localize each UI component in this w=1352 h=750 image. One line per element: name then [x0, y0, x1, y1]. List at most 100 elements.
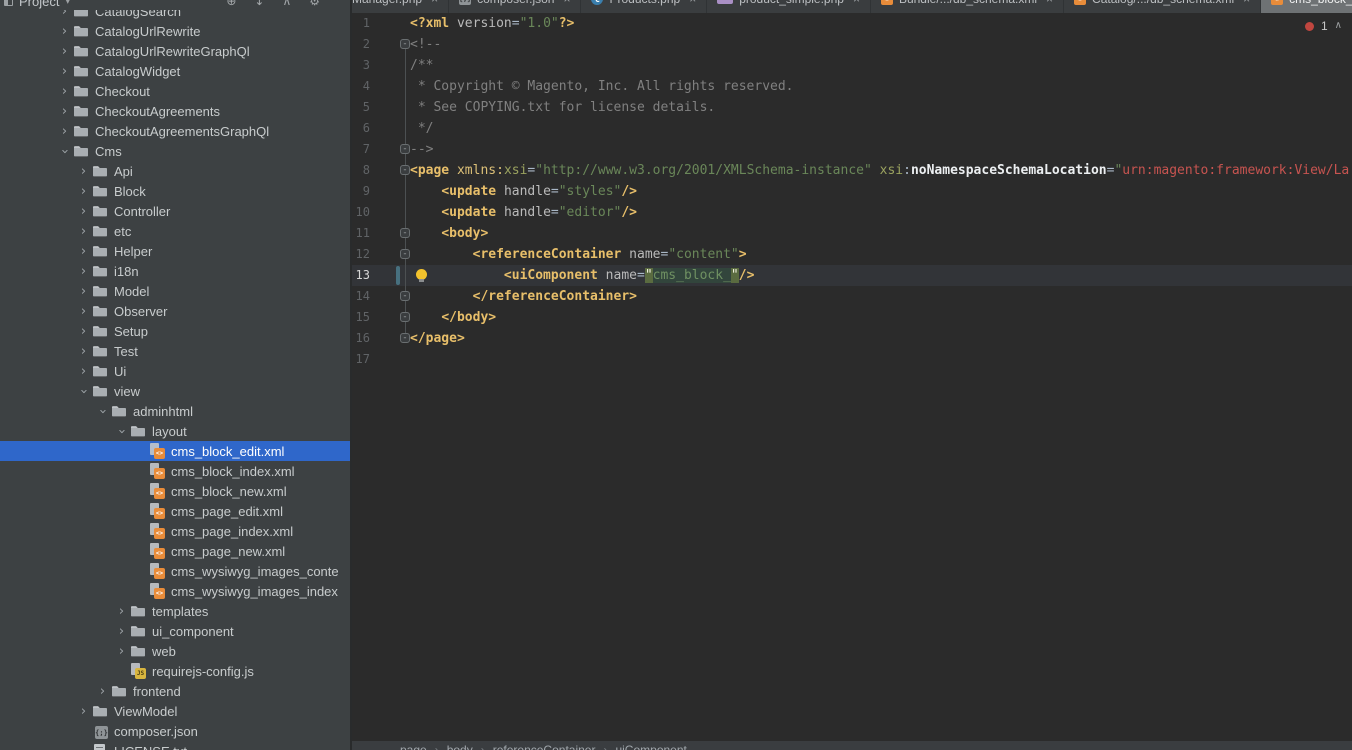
- chevron-expanded-icon[interactable]: ›: [58, 143, 71, 160]
- tree-item-ui_component[interactable]: ›ui_component: [0, 621, 350, 641]
- chevron-expanded-icon[interactable]: ›: [77, 383, 90, 400]
- tree-item-Block[interactable]: ›Block: [0, 181, 350, 201]
- code-line-10[interactable]: 10 <update handle="editor"/>: [352, 202, 1352, 223]
- tree-item-adminhtml[interactable]: ›adminhtml: [0, 401, 350, 421]
- code-line-16[interactable]: 16</page>: [352, 328, 1352, 349]
- chevron-collapsed-icon[interactable]: ›: [75, 345, 92, 358]
- tree-item-CatalogUrlRewriteGraphQl[interactable]: ›CatalogUrlRewriteGraphQl: [0, 41, 350, 61]
- chevron-collapsed-icon[interactable]: ›: [113, 645, 130, 658]
- code-line-12[interactable]: 12 <referenceContainer name="content">: [352, 244, 1352, 265]
- tree-item-CheckoutAgreements[interactable]: ›CheckoutAgreements: [0, 101, 350, 121]
- fold-collapse-icon[interactable]: -: [400, 165, 410, 175]
- chevron-collapsed-icon[interactable]: ›: [113, 605, 130, 618]
- tree-item-CheckoutAgreementsGraphQl[interactable]: ›CheckoutAgreementsGraphQl: [0, 121, 350, 141]
- tab-composer.json[interactable]: {;}composer.json×: [449, 0, 581, 13]
- close-icon[interactable]: ×: [1243, 0, 1250, 5]
- tree-item-frontend[interactable]: ›frontend: [0, 681, 350, 701]
- code-line-11[interactable]: 11 <body>: [352, 223, 1352, 244]
- chevron-collapsed-icon[interactable]: ›: [75, 245, 92, 258]
- tree-item-cms_block_edit.xml[interactable]: <>cms_block_edit.xml: [0, 441, 350, 461]
- fold-collapse-icon[interactable]: -: [400, 249, 410, 259]
- locate-file-icon[interactable]: ⊕: [226, 0, 236, 8]
- code-line-2[interactable]: 2<!--: [352, 34, 1352, 55]
- tree-item-cms_page_edit.xml[interactable]: <>cms_page_edit.xml: [0, 501, 350, 521]
- tree-item-layout[interactable]: ›layout: [0, 421, 350, 441]
- chevron-expanded-icon[interactable]: ›: [96, 403, 109, 420]
- breadcrumb-item-body[interactable]: body: [447, 743, 473, 750]
- tree-item-CatalogUrlRewrite[interactable]: ›CatalogUrlRewrite: [0, 21, 350, 41]
- tree-item-LICENSE.txt[interactable]: LICENSE.txt: [0, 741, 350, 750]
- chevron-collapsed-icon[interactable]: ›: [75, 205, 92, 218]
- code-line-3[interactable]: 3/**: [352, 55, 1352, 76]
- chevron-collapsed-icon[interactable]: ›: [75, 365, 92, 378]
- tree-item-web[interactable]: ›web: [0, 641, 350, 661]
- code-line-9[interactable]: 9 <update handle="styles"/>: [352, 181, 1352, 202]
- code-line-7[interactable]: 7-->: [352, 139, 1352, 160]
- chevron-collapsed-icon[interactable]: ›: [75, 285, 92, 298]
- breadcrumb-item-referenceContainer[interactable]: referenceContainer: [493, 743, 596, 750]
- tree-item-Cms[interactable]: ›Cms: [0, 141, 350, 161]
- collapse-all-icon[interactable]: ↧: [254, 0, 264, 8]
- chevron-collapsed-icon[interactable]: ›: [75, 325, 92, 338]
- tab-cms_block_edit.xml[interactable]: <>cms_block_edit.xml×: [1261, 0, 1352, 13]
- close-icon[interactable]: ×: [689, 0, 696, 5]
- tab-Bundle/.../db_schema.xml[interactable]: <>Bundle/.../db_schema.xml×: [871, 0, 1064, 13]
- chevron-collapsed-icon[interactable]: ›: [113, 625, 130, 638]
- tree-item-cms_page_new.xml[interactable]: <>cms_page_new.xml: [0, 541, 350, 561]
- chevron-collapsed-icon[interactable]: ›: [56, 125, 73, 138]
- close-icon[interactable]: ×: [563, 0, 570, 5]
- close-icon[interactable]: ×: [431, 0, 438, 5]
- chevron-collapsed-icon[interactable]: ›: [56, 85, 73, 98]
- chevron-collapsed-icon[interactable]: ›: [75, 265, 92, 278]
- code-line-5[interactable]: 5 * See COPYING.txt for license details.: [352, 97, 1352, 118]
- tree-item-Test[interactable]: ›Test: [0, 341, 350, 361]
- chevron-collapsed-icon[interactable]: ›: [56, 45, 73, 58]
- fold-collapse-icon[interactable]: -: [400, 39, 410, 49]
- close-icon[interactable]: ×: [1046, 0, 1053, 5]
- chevron-collapsed-icon[interactable]: ›: [75, 705, 92, 718]
- tree-item-Api[interactable]: ›Api: [0, 161, 350, 181]
- tab-Products.php[interactable]: CProducts.php×: [581, 0, 707, 13]
- tree-item-Setup[interactable]: ›Setup: [0, 321, 350, 341]
- inspections-widget[interactable]: 1∧: [1305, 20, 1342, 32]
- chevron-collapsed-icon[interactable]: ›: [56, 25, 73, 38]
- settings-gear-icon[interactable]: ⚙: [309, 0, 320, 8]
- chevron-collapsed-icon[interactable]: ›: [75, 165, 92, 178]
- tree-item-Ui[interactable]: ›Ui: [0, 361, 350, 381]
- code-editor[interactable]: 1<?xml version="1.0"?>2<!--3/**4 * Copyr…: [352, 13, 1352, 750]
- tree-item-CatalogWidget[interactable]: ›CatalogWidget: [0, 61, 350, 81]
- fold-end-icon[interactable]: -: [400, 144, 410, 154]
- fold-end-icon[interactable]: -: [400, 333, 410, 343]
- tree-item-cms_wysiwyg_images_conte[interactable]: <>cms_wysiwyg_images_conte: [0, 561, 350, 581]
- code-line-4[interactable]: 4 * Copyright © Magento, Inc. All rights…: [352, 76, 1352, 97]
- chevron-collapsed-icon[interactable]: ›: [56, 105, 73, 118]
- breadcrumb-item-page[interactable]: page: [400, 743, 427, 750]
- chevron-collapsed-icon[interactable]: ›: [94, 685, 111, 698]
- tab-Manager.php[interactable]: Manager.php×: [352, 0, 449, 13]
- chevron-collapsed-icon[interactable]: ›: [75, 225, 92, 238]
- tree-item-etc[interactable]: ›etc: [0, 221, 350, 241]
- chevron-collapsed-icon[interactable]: ›: [75, 305, 92, 318]
- panel-splitter[interactable]: [350, 0, 352, 750]
- code-line-8[interactable]: 8<page xmlns:xsi="http://www.w3.org/2001…: [352, 160, 1352, 181]
- code-line-13[interactable]: 13 <uiComponent name="cms_block_"/>: [352, 265, 1352, 286]
- tree-item-Controller[interactable]: ›Controller: [0, 201, 350, 221]
- tree-item-composer.json[interactable]: {;}composer.json: [0, 721, 350, 741]
- fold-end-icon[interactable]: -: [400, 291, 410, 301]
- chevron-collapsed-icon[interactable]: ›: [75, 185, 92, 198]
- tree-item-Checkout[interactable]: ›Checkout: [0, 81, 350, 101]
- tab-Catalog/.../db_schema.xml[interactable]: <>Catalog/.../db_schema.xml×: [1064, 0, 1261, 13]
- tree-item-Model[interactable]: ›Model: [0, 281, 350, 301]
- tree-item-templates[interactable]: ›templates: [0, 601, 350, 621]
- chevron-collapsed-icon[interactable]: ›: [56, 65, 73, 78]
- chevron-up-icon[interactable]: ∧: [1335, 20, 1342, 32]
- tree-item-Helper[interactable]: ›Helper: [0, 241, 350, 261]
- code-line-17[interactable]: 17: [352, 349, 1352, 370]
- fold-collapse-icon[interactable]: -: [400, 228, 410, 238]
- hide-panel-icon[interactable]: ∧: [282, 0, 291, 8]
- tree-item-cms_wysiwyg_images_index[interactable]: <>cms_wysiwyg_images_index: [0, 581, 350, 601]
- code-line-14[interactable]: 14 </referenceContainer>: [352, 286, 1352, 307]
- tree-item-cms_block_index.xml[interactable]: <>cms_block_index.xml: [0, 461, 350, 481]
- tree-item-Observer[interactable]: ›Observer: [0, 301, 350, 321]
- tree-item-ViewModel[interactable]: ›ViewModel: [0, 701, 350, 721]
